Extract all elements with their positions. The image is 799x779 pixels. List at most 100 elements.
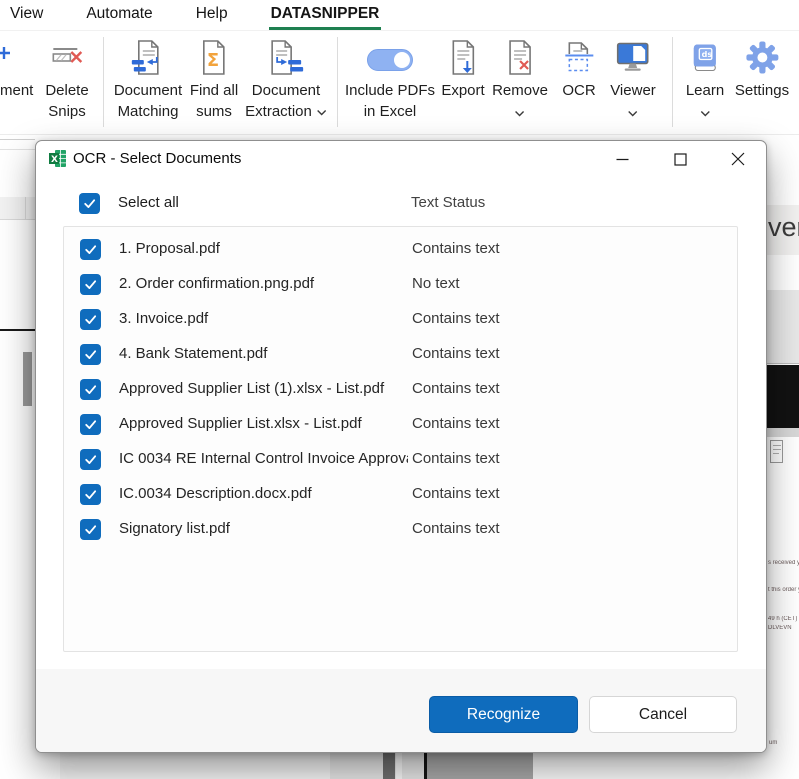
document-row[interactable]: 1. Proposal.pdf Contains text xyxy=(64,232,737,267)
maximize-button[interactable] xyxy=(670,149,690,169)
find-all-sums-icon: Σ xyxy=(199,39,229,81)
document-row[interactable]: Signatory list.pdf Contains text xyxy=(64,512,737,547)
document-checkbox[interactable] xyxy=(80,414,101,435)
remove-icon xyxy=(505,39,535,81)
document-checkbox[interactable] xyxy=(80,274,101,295)
ribbon-label: Delete xyxy=(45,82,89,99)
ribbon-item-ocr[interactable]: OCR xyxy=(562,40,596,101)
svg-text:X: X xyxy=(51,155,58,165)
dialog-footer: Recognize Cancel xyxy=(36,669,766,752)
menu-tab-view[interactable]: View xyxy=(9,0,44,30)
document-status: Contains text xyxy=(412,380,500,397)
close-button[interactable] xyxy=(728,149,748,169)
bg-doc-text-fragment: um xyxy=(769,740,778,746)
chevron-down-icon xyxy=(514,104,525,122)
ribbon-item-snip-partial[interactable]: ment xyxy=(0,40,33,101)
learn-book-icon: ds xyxy=(690,43,720,78)
bg-dark-band-right xyxy=(767,365,799,428)
select-all-checkbox[interactable] xyxy=(79,193,100,214)
bg-bottom-bar xyxy=(383,753,395,779)
document-status: Contains text xyxy=(412,310,500,327)
document-status: No text xyxy=(412,275,460,292)
document-name: 4. Bank Statement.pdf xyxy=(119,345,268,362)
document-checkbox[interactable] xyxy=(80,449,101,470)
document-row[interactable]: 2. Order confirmation.png.pdf No text xyxy=(64,267,737,302)
bg-doc-thumbnail xyxy=(770,440,783,463)
document-name: 2. Order confirmation.png.pdf xyxy=(119,275,315,292)
viewer-icon xyxy=(616,42,650,79)
document-checkbox[interactable] xyxy=(80,309,101,330)
snip-add-icon xyxy=(0,41,14,80)
document-status: Contains text xyxy=(412,485,500,502)
toggle-knob xyxy=(393,52,410,68)
svg-text:ds: ds xyxy=(702,49,713,58)
bg-scrollbar-thumb[interactable] xyxy=(23,352,32,406)
document-list: 1. Proposal.pdf Contains text 2. Order c… xyxy=(63,226,738,652)
document-name: Approved Supplier List (1).xlsx - List.p… xyxy=(119,380,385,397)
ribbon-label: Snips xyxy=(48,103,86,120)
document-checkbox[interactable] xyxy=(80,519,101,540)
bg-bottom-strip xyxy=(330,753,427,779)
document-extraction-icon xyxy=(268,39,304,81)
ribbon-label: OCR xyxy=(562,82,596,99)
select-all-label: Select all xyxy=(118,194,179,211)
bg-sheet-header-band xyxy=(0,197,35,220)
document-name: Approved Supplier List.xlsx - List.pdf xyxy=(119,415,362,432)
ribbon-item-include-pdfs[interactable]: Include PDFs in Excel xyxy=(345,40,435,122)
document-row[interactable]: 4. Bank Statement.pdf Contains text xyxy=(64,337,737,372)
ribbon-item-viewer[interactable]: Viewer xyxy=(610,40,656,122)
minimize-button[interactable] xyxy=(612,149,632,169)
document-row[interactable]: 3. Invoice.pdf Contains text xyxy=(64,302,737,337)
ribbon-label: Document xyxy=(251,82,321,99)
document-checkbox[interactable] xyxy=(80,239,101,260)
recognize-button[interactable]: Recognize xyxy=(429,696,578,733)
document-row[interactable]: IC.0034 Description.docx.pdf Contains te… xyxy=(64,477,737,512)
document-name: 3. Invoice.pdf xyxy=(119,310,209,327)
ribbon-label: ment xyxy=(0,82,34,99)
chevron-down-icon xyxy=(700,104,711,122)
document-status: Contains text xyxy=(412,415,500,432)
ribbon-label: in Excel xyxy=(363,103,417,120)
gear-icon xyxy=(745,41,778,79)
bg-black-line-left xyxy=(0,329,35,331)
document-row[interactable]: Approved Supplier List.xlsx - List.pdf C… xyxy=(64,407,737,442)
bg-viewer-pane-header: ver xyxy=(767,205,799,255)
ribbon-item-find-all-sums[interactable]: Σ Find all sums xyxy=(190,39,238,122)
ribbon-label: Settings xyxy=(734,82,790,99)
document-checkbox[interactable] xyxy=(80,484,101,505)
menu-bar: View Automate Help DATASNIPPER xyxy=(0,0,799,31)
document-name: 1. Proposal.pdf xyxy=(119,240,220,257)
document-checkbox[interactable] xyxy=(80,379,101,400)
ribbon-item-document-matching[interactable]: Document Matching xyxy=(114,39,182,122)
bg-bottom-strip xyxy=(396,753,402,779)
export-icon xyxy=(448,39,478,81)
document-row[interactable]: IC 0034 RE Internal Control Invoice Appr… xyxy=(64,442,737,477)
document-status: Contains text xyxy=(412,520,500,537)
excel-icon: X xyxy=(48,149,67,173)
ribbon-label: Viewer xyxy=(610,82,656,99)
ribbon-label: Include PDFs xyxy=(344,82,436,99)
include-pdfs-toggle[interactable] xyxy=(366,49,413,71)
ribbon-label: sums xyxy=(196,103,232,120)
ribbon-item-learn[interactable]: ds Learn xyxy=(686,40,724,122)
bg-doc-text-fragment: t this order y xyxy=(768,587,799,593)
ribbon-item-remove[interactable]: Remove xyxy=(492,39,548,122)
ribbon-item-document-extraction[interactable]: Document Extraction xyxy=(245,39,327,122)
document-row[interactable]: Approved Supplier List (1).xlsx - List.p… xyxy=(64,372,737,407)
ribbon-item-export[interactable]: Export xyxy=(441,39,485,101)
ribbon-label: Matching xyxy=(117,103,179,120)
ribbon-item-settings[interactable]: Settings xyxy=(735,40,789,101)
bg-doc-text-fragment: DLVEVN xyxy=(768,625,792,631)
menu-tab-help[interactable]: Help xyxy=(195,0,229,30)
cancel-button[interactable]: Cancel xyxy=(589,696,737,733)
ribbon-label: Learn xyxy=(685,82,725,99)
document-checkbox[interactable] xyxy=(80,344,101,365)
document-matching-icon xyxy=(131,39,165,81)
menu-tab-datasnipper[interactable]: DATASNIPPER xyxy=(268,0,382,30)
bg-bottom-strip xyxy=(60,753,330,779)
bg-viewer-title-partial: ver xyxy=(768,212,799,242)
document-name: Signatory list.pdf xyxy=(119,520,230,537)
ribbon-item-delete-snips[interactable]: Delete Snips xyxy=(45,40,89,122)
ribbon-divider xyxy=(103,37,104,127)
menu-tab-automate[interactable]: Automate xyxy=(85,0,153,30)
